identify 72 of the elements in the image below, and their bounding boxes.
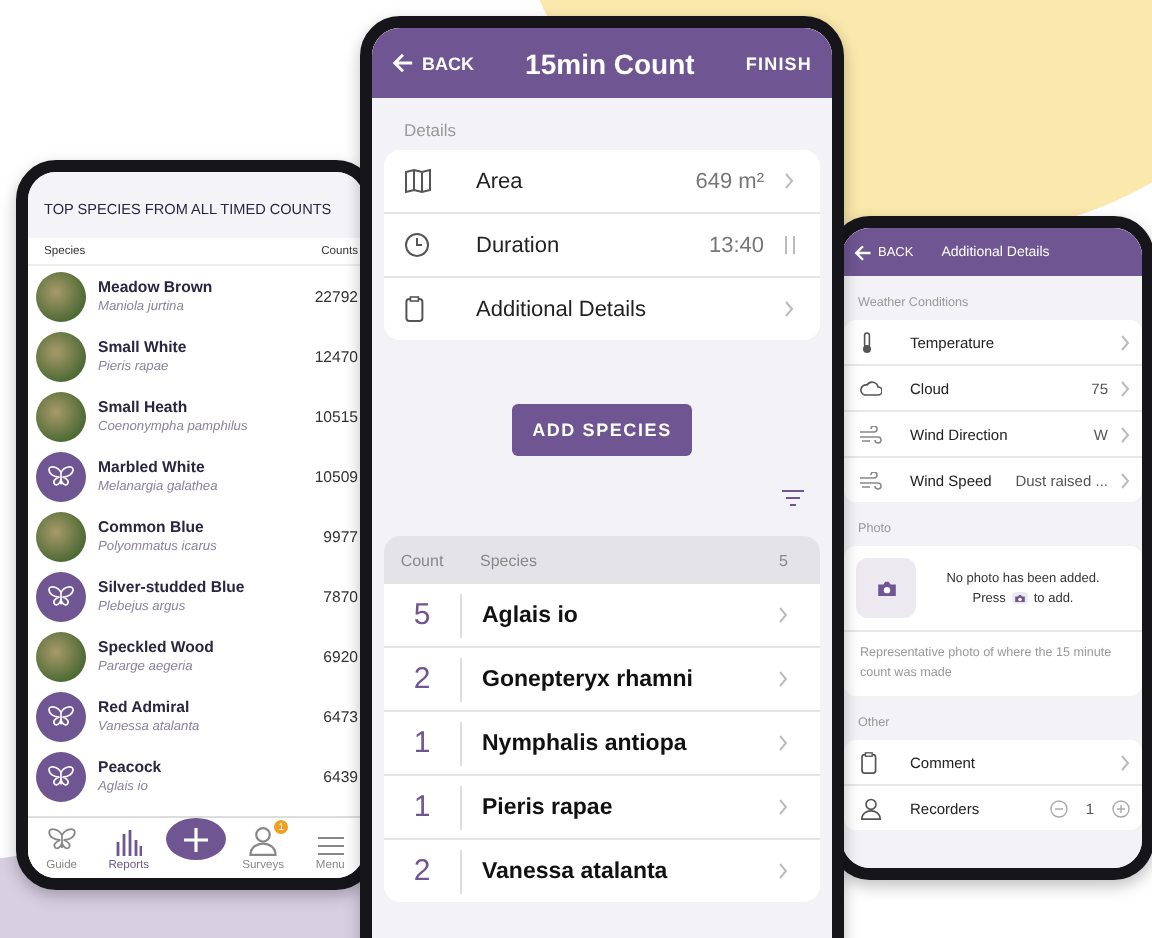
map-icon <box>404 168 432 194</box>
column-header: Count <box>398 551 446 569</box>
butterfly-icon <box>46 701 76 731</box>
camera-icon <box>1013 593 1026 603</box>
chevron-icon <box>1120 379 1130 397</box>
chevron-icon <box>784 172 794 190</box>
person-icon <box>860 797 882 820</box>
back-button[interactable]: BACK <box>392 52 474 74</box>
count-value: 2 <box>384 657 462 701</box>
butterfly-icon <box>46 761 76 791</box>
add-button[interactable] <box>165 818 226 860</box>
screen-title: 15min Count <box>523 47 697 79</box>
photo-placeholder <box>36 631 86 681</box>
photo-placeholder <box>36 271 86 321</box>
wind-icon <box>860 425 882 443</box>
photo-placeholder <box>36 391 86 441</box>
wind-icon <box>860 471 882 489</box>
count-value: 1 <box>384 785 462 829</box>
species-row[interactable]: 2 Gonepteryx rhamni <box>384 648 820 712</box>
species-row[interactable]: 1 Nymphalis antiopa <box>384 712 820 776</box>
butterfly-icon <box>46 461 76 491</box>
details-row[interactable]: Additional Details <box>384 278 820 340</box>
species-name: Aglais io <box>480 603 580 627</box>
chevron-icon <box>778 734 788 752</box>
row-label: Additional Details <box>476 297 648 321</box>
chevron-icon <box>778 670 788 688</box>
camera-icon <box>875 579 897 597</box>
details-row[interactable]: Duration 13:40 <box>384 214 820 278</box>
row-value: 13:40 <box>708 233 764 257</box>
menu-icon <box>317 836 344 856</box>
count-value: 1 <box>384 721 462 765</box>
species-row[interactable]: 1 Pieris rapae <box>384 776 820 840</box>
butterfly-icon <box>46 581 76 611</box>
bar-chart-icon <box>114 828 143 856</box>
person-icon <box>248 826 279 856</box>
section-label: Details <box>402 118 458 144</box>
plus-icon <box>183 827 208 851</box>
chevron-icon <box>1120 333 1130 351</box>
chevron-icon <box>784 300 794 318</box>
species-row[interactable]: 5 Aglais io <box>384 584 820 648</box>
photo-placeholder <box>36 511 86 561</box>
count-value: 2 <box>384 849 462 893</box>
add-species-button[interactable]: ADD SPECIES <box>512 404 692 456</box>
back-arrow-icon[interactable] <box>392 52 414 74</box>
photo-placeholder <box>36 331 86 381</box>
filter-icon[interactable] <box>782 490 804 506</box>
species-name: Vanessa atalanta <box>480 859 670 883</box>
chevron-icon <box>1120 753 1130 772</box>
chevron-icon <box>778 862 788 880</box>
column-header: 5 <box>779 551 788 569</box>
cloud-icon <box>860 380 882 396</box>
chevron-icon <box>778 798 788 816</box>
species-row[interactable]: 2 Vanessa atalanta <box>384 840 820 902</box>
species-name: Gonepteryx rhamni <box>480 667 695 691</box>
chevron-icon <box>1120 425 1130 443</box>
column-header: Species <box>478 551 539 569</box>
clipboard-icon <box>404 296 425 322</box>
chevron-icon <box>1120 471 1130 489</box>
row-label: Area <box>476 169 525 193</box>
chevron-icon <box>778 606 788 624</box>
add-photo-button[interactable] <box>856 558 916 618</box>
clock-icon <box>404 232 430 258</box>
row-label: Duration <box>476 233 562 257</box>
details-row[interactable]: Area 649 m² <box>384 150 820 214</box>
species-name: Pieris rapae <box>480 795 615 819</box>
count-value: 5 <box>384 593 462 637</box>
thermometer-icon <box>860 331 874 353</box>
finish-button[interactable]: FINISH <box>745 53 812 73</box>
row-value: 649 m² <box>695 169 764 193</box>
back-arrow-icon[interactable] <box>854 243 872 261</box>
species-name: Nymphalis antiopa <box>480 731 689 755</box>
clipboard-icon <box>860 751 878 774</box>
